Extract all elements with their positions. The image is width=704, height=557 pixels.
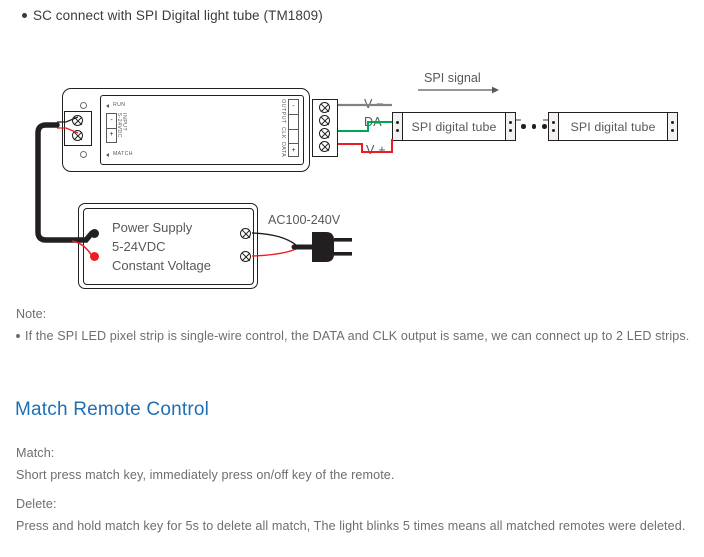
spi-signal-label: SPI signal xyxy=(424,71,481,85)
input-screw-negative xyxy=(72,115,83,126)
connector-dot xyxy=(396,129,399,132)
input-plus-sign: + xyxy=(109,131,114,138)
wire-label-v-plus: V + xyxy=(366,143,386,157)
output-screw-clk xyxy=(319,115,330,126)
psu-line-3: Constant Voltage xyxy=(112,258,212,273)
output-divider-2 xyxy=(289,129,298,131)
output-screw-vplus xyxy=(319,141,330,152)
output-divider-3 xyxy=(289,143,298,145)
note-title: Note: xyxy=(16,307,47,321)
note-item-0-text: If the SPI LED pixel strip is single-wir… xyxy=(25,329,690,343)
ellipsis-dot xyxy=(542,124,547,129)
tube-1-right-connector xyxy=(505,113,515,140)
spi-signal-arrowhead-icon xyxy=(492,86,499,94)
psu-positive-dot xyxy=(90,252,99,261)
tube-2-label: SPI digital tube xyxy=(570,119,656,134)
psu-output-screw-live xyxy=(240,228,251,239)
output-label: OUTPUT xyxy=(280,99,286,124)
psu-line-2: 5-24VDC xyxy=(112,239,166,254)
input-screw-block xyxy=(64,111,92,146)
psu-negative-dot xyxy=(90,229,99,238)
clk-label: CLK xyxy=(280,127,286,139)
note-bullet-dot-icon xyxy=(16,333,20,338)
note-item-0: If the SPI LED pixel strip is single-wir… xyxy=(16,329,689,343)
tube-2-right-connector xyxy=(667,113,677,140)
output-terminal-block: - + xyxy=(288,99,299,157)
ac-plug-body-icon xyxy=(312,232,334,262)
tube-chain-ellipsis xyxy=(521,124,547,129)
wire-label-v-minus: V − xyxy=(364,97,384,111)
match-label: Match: xyxy=(16,446,55,460)
delete-label: Delete: xyxy=(16,497,57,511)
ac-plug-prong-top-icon xyxy=(334,238,352,242)
match-description: Short press match key, immediately press… xyxy=(16,468,395,482)
delete-description: Press and hold match key for 5s to delet… xyxy=(16,519,686,533)
ac-wire-neutral xyxy=(251,248,297,257)
connector-dot xyxy=(671,129,674,132)
tube-1-left-connector xyxy=(393,113,403,140)
spi-digital-tube-1: SPI digital tube xyxy=(392,112,516,141)
connector-dot xyxy=(509,121,512,124)
wire-label-data: DA xyxy=(364,115,382,129)
ac-plug-prong-bottom-icon xyxy=(334,252,352,256)
output-divider-1 xyxy=(289,114,298,116)
run-triangle-icon xyxy=(106,104,109,108)
tube-2-left-connector xyxy=(549,113,559,140)
ellipsis-dot xyxy=(521,124,526,129)
connector-dot xyxy=(552,129,555,132)
output-plus-sign: + xyxy=(291,147,296,154)
ellipsis-dot xyxy=(531,124,537,129)
output-screw-block xyxy=(312,99,338,157)
tube-1-label: SPI digital tube xyxy=(411,119,497,134)
run-label: RUN xyxy=(113,101,126,108)
input-screw-positive xyxy=(72,130,83,141)
page-title: Match Remote Control xyxy=(15,399,210,420)
output-minus-sign: - xyxy=(292,103,295,110)
connector-dot xyxy=(509,129,512,132)
data-label: DATA xyxy=(280,142,286,158)
ac-wire-live xyxy=(251,232,297,246)
ac-voltage-label: AC100-240V xyxy=(268,213,341,227)
mounting-hole-bottom xyxy=(80,151,87,158)
spi-digital-tube-2: SPI digital tube xyxy=(548,112,678,141)
input-minus-sign: - xyxy=(110,117,113,124)
power-supply-text: Power Supply 5-24VDC Constant Voltage xyxy=(112,218,211,275)
output-screw-vminus xyxy=(319,102,330,113)
match-triangle-icon xyxy=(106,153,109,157)
connector-dot xyxy=(396,121,399,124)
output-screw-data xyxy=(319,128,330,139)
wiring-diagram: SPI signal RUN MATCH - + INPUT 5-24VDC -… xyxy=(0,0,704,300)
input-voltage-label: 5-24VDC xyxy=(116,113,122,138)
connector-dot xyxy=(671,121,674,124)
psu-output-screw-neutral xyxy=(240,251,251,262)
mounting-hole-top xyxy=(80,102,87,109)
input-terminal-divider xyxy=(107,128,116,130)
match-label: MATCH xyxy=(113,150,133,157)
psu-line-1: Power Supply xyxy=(112,220,193,235)
connector-dot xyxy=(552,121,555,124)
